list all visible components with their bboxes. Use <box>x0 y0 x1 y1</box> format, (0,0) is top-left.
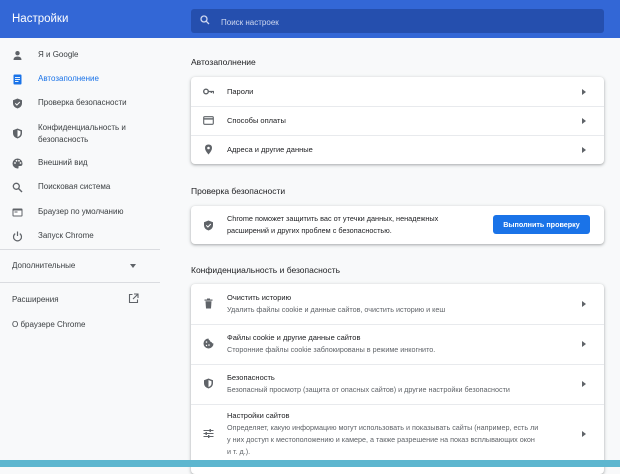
sidebar-item-label: Поисковая система <box>38 182 111 191</box>
chevron-down-icon <box>130 264 136 268</box>
about-chrome-link[interactable]: О браузере Chrome <box>12 320 85 329</box>
sidebar-item-search-engine[interactable]: Поисковая система <box>0 181 160 193</box>
bottom-strip <box>0 460 620 467</box>
about-label: О браузере Chrome <box>12 320 86 329</box>
shield-check-icon <box>13 98 22 108</box>
run-safety-check-button[interactable]: Выполнить проверку <box>493 215 590 234</box>
sidebar-item-privacy[interactable]: Конфиденциальность и безопасность <box>0 122 160 146</box>
safety-description: Chrome поможет защитить вас от утечки да… <box>227 214 439 235</box>
chevron-right-icon <box>582 147 586 153</box>
top-bar: Настройки <box>0 0 620 38</box>
search-icon <box>200 15 210 25</box>
browser-icon <box>12 208 23 216</box>
chevron-right-icon <box>582 381 586 387</box>
privacy-card: Очистить историю Удалить файлы cookie и … <box>191 284 604 474</box>
row-label: Очистить историю <box>227 293 292 302</box>
extensions-link[interactable]: Расширения <box>12 293 142 304</box>
row-description: Определяет, какую информацию могут испол… <box>227 423 539 456</box>
chevron-right-icon <box>582 89 586 95</box>
sidebar-item-on-startup[interactable]: Запуск Chrome <box>0 230 160 242</box>
search-box[interactable] <box>191 9 604 33</box>
cookies-row[interactable]: Файлы cookie и другие данные сайтов Стор… <box>191 324 604 364</box>
credit-card-icon <box>203 116 214 125</box>
sidebar-item-label: Проверка безопасности <box>38 98 127 107</box>
shield-icon <box>13 128 22 139</box>
search-icon <box>12 182 23 192</box>
passwords-row[interactable]: Пароли <box>191 77 604 106</box>
chevron-right-icon <box>582 341 586 347</box>
row-label: Безопасность <box>227 373 275 382</box>
cookie-icon <box>203 338 214 349</box>
autofill-section-title: Автозаполнение <box>191 57 256 67</box>
safety-section-title: Проверка безопасности <box>191 186 286 196</box>
chevron-right-icon <box>582 301 586 307</box>
sidebar-item-label: Запуск Chrome <box>38 231 94 240</box>
sidebar-item-label: Автозаполнение <box>38 74 99 83</box>
security-shield-icon <box>204 378 213 389</box>
location-pin-icon <box>205 144 212 155</box>
sidebar-item-label: Браузер по умолчанию <box>38 207 124 216</box>
power-icon <box>12 231 23 241</box>
autofill-card: Пароли Способы оплаты Адреса и другие да… <box>191 77 604 164</box>
clear-history-row[interactable]: Очистить историю Удалить файлы cookie и … <box>191 284 604 324</box>
chevron-right-icon <box>582 118 586 124</box>
open-in-new-icon <box>128 293 139 304</box>
sidebar-item-appearance[interactable]: Внешний вид <box>0 157 160 169</box>
security-row[interactable]: Безопасность Безопасный просмотр (защита… <box>191 364 604 404</box>
key-icon <box>203 88 214 95</box>
autofill-icon <box>13 74 22 84</box>
chevron-right-icon <box>582 431 586 437</box>
sidebar-item-label: Внешний вид <box>38 158 88 167</box>
sidebar-divider <box>0 249 160 250</box>
search-input[interactable] <box>219 12 593 32</box>
sidebar-item-label: Я и Google <box>38 50 79 59</box>
sidebar-item-you-and-google[interactable]: Я и Google <box>0 49 160 61</box>
trash-icon <box>204 298 213 309</box>
person-icon <box>13 50 22 60</box>
row-label: Адреса и другие данные <box>227 145 313 154</box>
sidebar-item-default-browser[interactable]: Браузер по умолчанию <box>0 206 160 218</box>
advanced-label: Дополнительные <box>12 261 76 270</box>
row-description: Удалить файлы cookie и данные сайтов, оч… <box>227 305 446 314</box>
sidebar-divider <box>0 282 160 283</box>
sidebar-item-label: Конфиденциальность и безопасность <box>38 123 126 144</box>
row-label: Настройки сайтов <box>227 411 290 420</box>
sliders-icon <box>203 429 214 438</box>
safety-check-card: Chrome поможет защитить вас от утечки да… <box>191 206 604 244</box>
row-label: Файлы cookie и другие данные сайтов <box>227 333 361 342</box>
row-label: Пароли <box>227 87 254 96</box>
shield-check-icon <box>204 220 213 231</box>
row-description: Безопасный просмотр (защита от опасных с… <box>227 385 510 394</box>
payment-methods-row[interactable]: Способы оплаты <box>191 106 604 135</box>
row-description: Сторонние файлы cookie заблокированы в р… <box>227 345 436 354</box>
privacy-section-title: Конфиденциальность и безопасность <box>191 265 341 275</box>
palette-icon <box>12 158 23 168</box>
sidebar-item-autofill[interactable]: Автозаполнение <box>0 73 160 85</box>
advanced-toggle[interactable]: Дополнительные <box>12 261 142 270</box>
sidebar: Я и Google Автозаполнение Проверка безоп… <box>0 38 160 467</box>
page-title: Настройки <box>12 13 69 25</box>
extensions-label: Расширения <box>12 295 59 304</box>
addresses-row[interactable]: Адреса и другие данные <box>191 135 604 164</box>
sidebar-item-safety-check[interactable]: Проверка безопасности <box>0 97 160 109</box>
row-label: Способы оплаты <box>227 116 286 125</box>
